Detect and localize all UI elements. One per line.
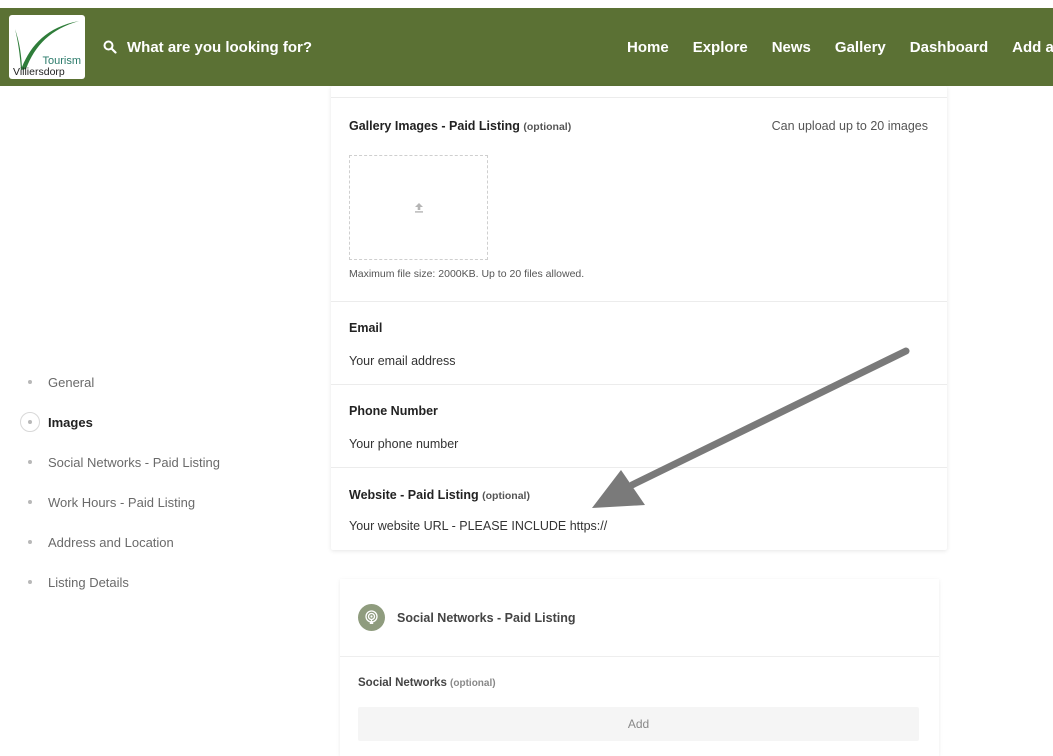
upload-icon xyxy=(414,203,423,213)
website-input[interactable]: Your website URL - PLEASE INCLUDE https:… xyxy=(349,519,607,533)
card-top-divider xyxy=(331,86,947,98)
gallery-limit-note: Can upload up to 20 images xyxy=(771,119,928,133)
website-field: Website - Paid Listing (optional) Your w… xyxy=(331,468,947,550)
bullet-icon xyxy=(20,492,40,512)
section-nav-label: Work Hours - Paid Listing xyxy=(48,494,196,510)
add-social-network-button[interactable]: Add xyxy=(358,707,919,741)
optional-tag: (optional) xyxy=(523,121,572,133)
email-label: Email xyxy=(349,321,383,335)
nav-explore[interactable]: Explore xyxy=(693,39,748,56)
site-logo[interactable]: Tourism Villiersdorp xyxy=(9,15,85,79)
section-nav-general[interactable]: General xyxy=(20,362,310,402)
nav-dashboard[interactable]: Dashboard xyxy=(910,39,988,56)
phone-label: Phone Number xyxy=(349,404,438,418)
search-placeholder[interactable]: What are you looking for? xyxy=(127,39,312,56)
optional-tag: (optional) xyxy=(482,490,530,502)
social-networks-card: Social Networks - Paid Listing Social Ne… xyxy=(340,579,939,756)
logo-text-town: Villiersdorp xyxy=(13,66,65,78)
gallery-images-field: Gallery Images - Paid Listing (optional)… xyxy=(331,98,947,302)
email-input[interactable]: Your email address xyxy=(349,354,456,368)
nav-add-listing[interactable]: Add a List xyxy=(1012,39,1053,56)
upload-hint: Maximum file size: 2000KB. Up to 20 file… xyxy=(349,268,585,280)
podcast-icon xyxy=(358,604,385,631)
section-nav-label: Listing Details xyxy=(48,574,129,590)
header-search[interactable]: What are you looking for? xyxy=(103,8,312,86)
gallery-images-title: Gallery Images - Paid Listing xyxy=(349,119,520,133)
social-networks-label: Social Networks (optional) xyxy=(358,677,496,689)
images-form-card: Gallery Images - Paid Listing (optional)… xyxy=(331,86,947,550)
bullet-icon xyxy=(20,572,40,592)
section-nav-work-hours[interactable]: Work Hours - Paid Listing xyxy=(20,482,310,522)
image-upload-dropzone[interactable] xyxy=(349,155,488,260)
social-networks-header: Social Networks - Paid Listing xyxy=(340,579,939,657)
social-networks-title: Social Networks xyxy=(358,677,447,689)
phone-input[interactable]: Your phone number xyxy=(349,437,458,451)
nav-home[interactable]: Home xyxy=(627,39,669,56)
section-nav-address[interactable]: Address and Location xyxy=(20,522,310,562)
email-field: Email Your email address xyxy=(331,302,947,385)
optional-tag: (optional) xyxy=(450,678,496,689)
section-nav-label: Address and Location xyxy=(48,534,174,550)
main-nav: Home Explore News Gallery Dashboard Add … xyxy=(627,8,1053,86)
section-nav-label: General xyxy=(48,374,95,390)
nav-gallery[interactable]: Gallery xyxy=(835,39,886,56)
bullet-icon xyxy=(20,452,40,472)
section-nav-social-networks[interactable]: Social Networks - Paid Listing xyxy=(20,442,310,482)
website-title: Website - Paid Listing xyxy=(349,488,479,502)
section-nav-listing-details[interactable]: Listing Details xyxy=(20,562,310,602)
site-header: Tourism Villiersdorp What are you lookin… xyxy=(0,8,1053,86)
bullet-icon xyxy=(20,372,40,392)
section-nav-images[interactable]: Images xyxy=(20,402,310,442)
social-networks-heading: Social Networks - Paid Listing xyxy=(397,610,576,625)
active-bullet-icon xyxy=(20,412,40,432)
section-nav: General Images Social Networks - Paid Li… xyxy=(20,362,310,602)
phone-field: Phone Number Your phone number xyxy=(331,385,947,468)
website-label: Website - Paid Listing (optional) xyxy=(349,488,530,502)
gallery-images-label: Gallery Images - Paid Listing (optional) xyxy=(349,119,571,133)
search-icon xyxy=(103,40,117,54)
section-nav-label: Images xyxy=(48,414,93,430)
nav-news[interactable]: News xyxy=(772,39,811,56)
bullet-icon xyxy=(20,532,40,552)
section-nav-label: Social Networks - Paid Listing xyxy=(48,454,220,470)
